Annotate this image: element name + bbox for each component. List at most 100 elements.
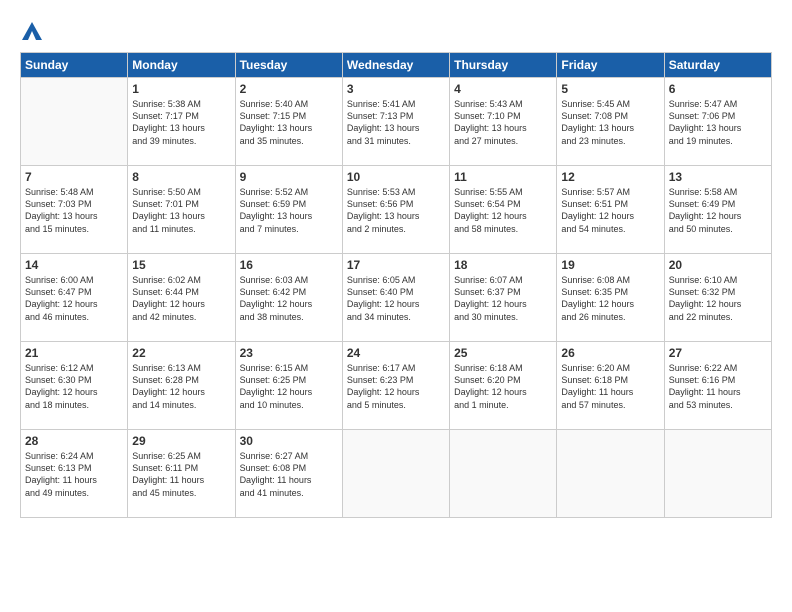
day-info: Sunrise: 5:47 AM Sunset: 7:06 PM Dayligh…: [669, 98, 767, 147]
calendar-table: SundayMondayTuesdayWednesdayThursdayFrid…: [20, 52, 772, 518]
day-cell: 25 Sunrise: 6:18 AM Sunset: 6:20 PM Dayli…: [450, 342, 557, 430]
col-header-wednesday: Wednesday: [342, 53, 449, 78]
day-info: Sunrise: 6:02 AM Sunset: 6:44 PM Dayligh…: [132, 274, 230, 323]
day-number: 18: [454, 258, 552, 272]
day-cell: 3 Sunrise: 5:41 AM Sunset: 7:13 PM Daylig…: [342, 78, 449, 166]
day-info: Sunrise: 6:13 AM Sunset: 6:28 PM Dayligh…: [132, 362, 230, 411]
day-cell: 21 Sunrise: 6:12 AM Sunset: 6:30 PM Dayli…: [21, 342, 128, 430]
day-info: Sunrise: 5:52 AM Sunset: 6:59 PM Dayligh…: [240, 186, 338, 235]
day-cell: 5 Sunrise: 5:45 AM Sunset: 7:08 PM Daylig…: [557, 78, 664, 166]
week-row-4: 28 Sunrise: 6:24 AM Sunset: 6:13 PM Dayli…: [21, 430, 772, 518]
day-cell: 28 Sunrise: 6:24 AM Sunset: 6:13 PM Dayli…: [21, 430, 128, 518]
day-cell: [557, 430, 664, 518]
day-info: Sunrise: 5:58 AM Sunset: 6:49 PM Dayligh…: [669, 186, 767, 235]
day-cell: 20 Sunrise: 6:10 AM Sunset: 6:32 PM Dayli…: [664, 254, 771, 342]
day-cell: 7Sunrise: 5:48 AM Sunset: 7:03 PM Daylig…: [21, 166, 128, 254]
col-header-sunday: Sunday: [21, 53, 128, 78]
day-info: Sunrise: 6:12 AM Sunset: 6:30 PM Dayligh…: [25, 362, 123, 411]
day-cell: 19Sunrise: 6:08 AM Sunset: 6:35 PM Dayli…: [557, 254, 664, 342]
day-number: 10: [347, 170, 445, 184]
day-number: 1: [132, 82, 230, 96]
day-cell: 6 Sunrise: 5:47 AM Sunset: 7:06 PM Daylig…: [664, 78, 771, 166]
col-header-thursday: Thursday: [450, 53, 557, 78]
day-number: 26: [561, 346, 659, 360]
day-info: Sunrise: 6:05 AM Sunset: 6:40 PM Dayligh…: [347, 274, 445, 323]
day-number: 16: [240, 258, 338, 272]
day-info: Sunrise: 5:38 AM Sunset: 7:17 PM Dayligh…: [132, 98, 230, 147]
week-row-1: 7Sunrise: 5:48 AM Sunset: 7:03 PM Daylig…: [21, 166, 772, 254]
day-info: Sunrise: 6:27 AM Sunset: 6:08 PM Dayligh…: [240, 450, 338, 499]
day-cell: 12Sunrise: 5:57 AM Sunset: 6:51 PM Dayli…: [557, 166, 664, 254]
col-header-friday: Friday: [557, 53, 664, 78]
day-info: Sunrise: 6:07 AM Sunset: 6:37 PM Dayligh…: [454, 274, 552, 323]
day-cell: 23Sunrise: 6:15 AM Sunset: 6:25 PM Dayli…: [235, 342, 342, 430]
day-cell: 16 Sunrise: 6:03 AM Sunset: 6:42 PM Dayli…: [235, 254, 342, 342]
week-row-3: 21 Sunrise: 6:12 AM Sunset: 6:30 PM Dayli…: [21, 342, 772, 430]
day-cell: 18 Sunrise: 6:07 AM Sunset: 6:37 PM Dayli…: [450, 254, 557, 342]
day-number: 21: [25, 346, 123, 360]
day-cell: 9 Sunrise: 5:52 AM Sunset: 6:59 PM Daylig…: [235, 166, 342, 254]
day-cell: 30 Sunrise: 6:27 AM Sunset: 6:08 PM Dayli…: [235, 430, 342, 518]
day-cell: 13 Sunrise: 5:58 AM Sunset: 6:49 PM Dayli…: [664, 166, 771, 254]
day-number: 24: [347, 346, 445, 360]
day-info: Sunrise: 5:41 AM Sunset: 7:13 PM Dayligh…: [347, 98, 445, 147]
day-cell: 2Sunrise: 5:40 AM Sunset: 7:15 PM Daylig…: [235, 78, 342, 166]
day-number: 17: [347, 258, 445, 272]
day-number: 11: [454, 170, 552, 184]
day-number: 25: [454, 346, 552, 360]
day-info: Sunrise: 6:24 AM Sunset: 6:13 PM Dayligh…: [25, 450, 123, 499]
week-row-2: 14 Sunrise: 6:00 AM Sunset: 6:47 PM Dayli…: [21, 254, 772, 342]
day-info: Sunrise: 6:03 AM Sunset: 6:42 PM Dayligh…: [240, 274, 338, 323]
day-info: Sunrise: 6:10 AM Sunset: 6:32 PM Dayligh…: [669, 274, 767, 323]
day-info: Sunrise: 6:18 AM Sunset: 6:20 PM Dayligh…: [454, 362, 552, 411]
day-cell: 24 Sunrise: 6:17 AM Sunset: 6:23 PM Dayli…: [342, 342, 449, 430]
day-info: Sunrise: 6:00 AM Sunset: 6:47 PM Dayligh…: [25, 274, 123, 323]
day-number: 20: [669, 258, 767, 272]
col-header-monday: Monday: [128, 53, 235, 78]
day-info: Sunrise: 5:40 AM Sunset: 7:15 PM Dayligh…: [240, 98, 338, 147]
day-number: 9: [240, 170, 338, 184]
day-cell: 17 Sunrise: 6:05 AM Sunset: 6:40 PM Dayli…: [342, 254, 449, 342]
day-number: 29: [132, 434, 230, 448]
day-number: 8: [132, 170, 230, 184]
day-number: 5: [561, 82, 659, 96]
week-row-0: 1 Sunrise: 5:38 AM Sunset: 7:17 PM Daylig…: [21, 78, 772, 166]
day-info: Sunrise: 5:45 AM Sunset: 7:08 PM Dayligh…: [561, 98, 659, 147]
day-number: 27: [669, 346, 767, 360]
day-info: Sunrise: 6:17 AM Sunset: 6:23 PM Dayligh…: [347, 362, 445, 411]
day-cell: [342, 430, 449, 518]
day-cell: [664, 430, 771, 518]
header-row: SundayMondayTuesdayWednesdayThursdayFrid…: [21, 53, 772, 78]
day-cell: 10 Sunrise: 5:53 AM Sunset: 6:56 PM Dayli…: [342, 166, 449, 254]
day-cell: [450, 430, 557, 518]
day-number: 12: [561, 170, 659, 184]
day-cell: 4Sunrise: 5:43 AM Sunset: 7:10 PM Daylig…: [450, 78, 557, 166]
day-number: 13: [669, 170, 767, 184]
day-number: 19: [561, 258, 659, 272]
day-info: Sunrise: 5:50 AM Sunset: 7:01 PM Dayligh…: [132, 186, 230, 235]
day-number: 22: [132, 346, 230, 360]
logo-icon: [22, 22, 42, 40]
day-number: 28: [25, 434, 123, 448]
day-cell: 14 Sunrise: 6:00 AM Sunset: 6:47 PM Dayli…: [21, 254, 128, 342]
day-number: 6: [669, 82, 767, 96]
col-header-saturday: Saturday: [664, 53, 771, 78]
header: [20, 18, 772, 42]
day-cell: 15 Sunrise: 6:02 AM Sunset: 6:44 PM Dayli…: [128, 254, 235, 342]
day-cell: 8 Sunrise: 5:50 AM Sunset: 7:01 PM Daylig…: [128, 166, 235, 254]
day-number: 3: [347, 82, 445, 96]
logo: [20, 18, 42, 42]
day-info: Sunrise: 6:22 AM Sunset: 6:16 PM Dayligh…: [669, 362, 767, 411]
day-cell: 11Sunrise: 5:55 AM Sunset: 6:54 PM Dayli…: [450, 166, 557, 254]
day-info: Sunrise: 5:48 AM Sunset: 7:03 PM Dayligh…: [25, 186, 123, 235]
day-cell: 26Sunrise: 6:20 AM Sunset: 6:18 PM Dayli…: [557, 342, 664, 430]
day-number: 30: [240, 434, 338, 448]
day-number: 23: [240, 346, 338, 360]
day-cell: 1 Sunrise: 5:38 AM Sunset: 7:17 PM Daylig…: [128, 78, 235, 166]
day-number: 15: [132, 258, 230, 272]
day-cell: [21, 78, 128, 166]
day-number: 14: [25, 258, 123, 272]
day-cell: 29Sunrise: 6:25 AM Sunset: 6:11 PM Dayli…: [128, 430, 235, 518]
col-header-tuesday: Tuesday: [235, 53, 342, 78]
day-info: Sunrise: 5:53 AM Sunset: 6:56 PM Dayligh…: [347, 186, 445, 235]
